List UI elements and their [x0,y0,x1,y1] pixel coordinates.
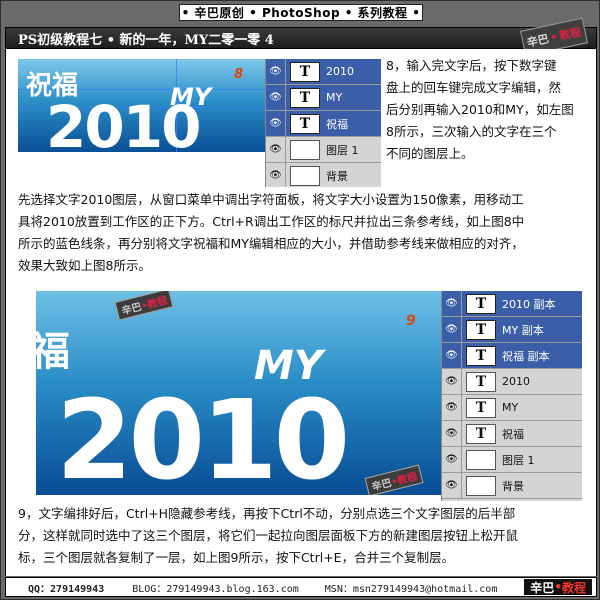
paragraph-step-8: 8，输入完文字后，按下数字键 盘上的回车键完成文字编辑，然 后分别再输入2010… [386,55,598,165]
footer-bar: QQ：279149943 BLOG：279149943.blog.163.com… [5,577,597,597]
footer-logo-a: 辛巴 [530,580,555,595]
layer-row[interactable]: 👁 T 祝福 [266,111,381,137]
paragraph-step-9: 9，文字编排好后，Ctrl+H隐藏参考线，再按下Ctrl不动，分别点选三个文字图… [18,503,594,569]
eye-icon[interactable]: 👁 [266,111,286,136]
watermark-stamp: 辛巴•教程 [364,464,424,495]
eye-icon[interactable]: 👁 [442,395,462,420]
text-line: 所示的蓝色线条，再分别将文字祝福和MY编辑相应的大小，并借助参考线来做相应的对齐… [18,236,524,251]
top-banner: • 辛巴原创 • PhotoShop • 系列教程 • [179,4,423,21]
eye-icon[interactable]: 👁 [266,85,286,110]
footer-blog-link[interactable]: BLOG：279149943.blog.163.com [132,580,299,595]
layer-row[interactable]: 👁 T 2010 [266,59,381,85]
eye-icon[interactable]: 👁 [266,137,286,162]
layer-thumbnail [466,449,496,470]
watermark-text-b: 教程 [396,471,419,488]
watermark-stamp: 辛巴•教程 [114,291,174,321]
text-layer-icon: T [466,371,496,392]
layer-row[interactable]: 👁 T 祝福 [442,421,582,447]
eye-icon[interactable]: 👁 [442,291,462,316]
figure-number: 8 [234,67,244,82]
layer-row[interactable]: 👁 T 2010 副本 [442,291,582,317]
text-layer-icon: T [466,293,496,314]
text-line: 先选择文字2010图层，从窗口菜单中调出字符面板，将文字大小设置为150像素，用… [18,192,524,207]
watermark-text-a: 辛巴 [370,477,393,494]
text-line: 不同的图层上。 [386,146,474,161]
layer-row[interactable]: 👁 图层 1 [442,447,582,473]
text-line: 具将2010放置到工作区的正下方。Ctrl+R调出工作区的标尺并拉出三条参考线，… [18,214,525,229]
layers-panel-9: 👁 T 2010 副本 👁 T MY 副本 👁 T 祝福 副本 👁 T 2010 👁 T MY 👁 T… [441,291,582,501]
page-title-bar: PS初级教程七 • 新的一年，MY二零一零 4 辛巴 • 教程 [5,17,597,57]
canvas-text-2010: 2010 [56,376,350,495]
text-layer-icon: T [466,319,496,340]
layer-row[interactable]: 👁 T MY [442,395,582,421]
text-line: 效果大致如上图8所示。 [18,258,151,273]
article-content: 祝福 MY 2010 8 👁 T 2010 👁 T MY 👁 T 祝福 👁 图层 1 👁 背景 … [5,49,597,576]
canvas-text-fu: 福 [36,329,70,375]
text-layer-icon: T [466,345,496,366]
layer-thumbnail [466,475,496,496]
layers-panel-8: 👁 T 2010 👁 T MY 👁 T 祝福 👁 图层 1 👁 背景 [265,59,381,187]
eye-icon[interactable]: 👁 [442,343,462,368]
eye-icon[interactable]: 👁 [442,473,462,498]
eye-icon[interactable]: 👁 [442,369,462,394]
eye-icon[interactable]: 👁 [266,59,286,84]
logo-text-b: 教程 [558,25,583,43]
footer-logo: 辛巴 • 教程 [524,579,592,595]
layer-row[interactable]: 👁 T 2010 [442,369,582,395]
eye-icon[interactable]: 👁 [442,447,462,472]
text-line: 分，这样就同时选中了这三个图层，将它们一起拉向图层面板下方的新建图层按钮上松开鼠 [18,528,519,543]
footer-msn: MSN：msn279149943@hotmail.com [324,583,498,595]
watermark-text-a: 辛巴 [120,301,143,318]
text-line: 后分别再输入2010和MY，如左图 [386,102,574,117]
text-layer-icon: T [290,113,320,134]
text-line: 9，文字编排好后，Ctrl+H隐藏参考线，再按下Ctrl不动，分别点选三个文字图… [18,506,516,521]
text-line: 盘上的回车键完成文字编辑，然 [386,80,562,95]
logo-text-a: 辛巴 [525,32,551,50]
figure-8-canvas: 祝福 MY 2010 8 [18,59,265,152]
layer-row[interactable]: 👁 T MY [266,85,381,111]
figure-number: 9 [406,313,416,329]
canvas-text-2010: 2010 [46,93,201,152]
text-line: 8所示，三次输入的文字在三个 [386,124,557,139]
paragraph-mid: 先选择文字2010图层，从窗口菜单中调出字符面板，将文字大小设置为150像素，用… [18,189,594,277]
eye-icon[interactable]: 👁 [442,421,462,446]
text-layer-icon: T [466,397,496,418]
page-frame: • 辛巴原创 • PhotoShop • 系列教程 • PS初级教程七 • 新的… [0,0,600,600]
text-layer-icon: T [290,87,320,108]
text-line: 标，三个图层就各复制了一层，如上图9所示，按下Ctrl+E，合并三个复制层。 [18,550,455,565]
footer-qq: QQ：279149943 [28,583,105,595]
layer-thumbnail [290,165,320,186]
page-title: PS初级教程七 • 新的一年，MY二零一零 4 [18,32,274,48]
footer-logo-b: 教程 [561,580,586,595]
watermark-text-b: 教程 [146,295,169,312]
text-line: 8，输入完文字后，按下数字键 [386,58,557,73]
text-layer-icon: T [290,61,320,82]
layer-thumbnail [290,139,320,160]
layer-row[interactable]: 👁 图层 1 [266,137,381,163]
layer-row[interactable]: 👁 T MY 副本 [442,317,582,343]
layer-row[interactable]: 👁 背景 [266,163,381,187]
eye-icon[interactable]: 👁 [442,317,462,342]
layer-row[interactable]: 👁 背景 [442,473,582,499]
layer-row[interactable]: 👁 T 祝福 副本 [442,343,582,369]
figure-9-canvas: 福 MY 2010 9 辛巴•教程 辛巴•教程 [36,291,441,495]
eye-icon[interactable]: 👁 [266,163,286,187]
text-layer-icon: T [466,423,496,444]
